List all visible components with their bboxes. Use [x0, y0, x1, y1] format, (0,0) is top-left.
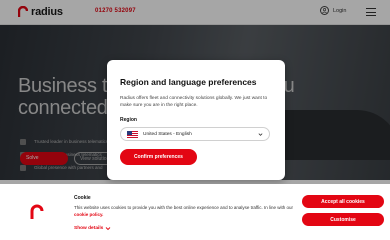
- cookie-title: Cookie: [74, 195, 91, 201]
- show-details-label: Show details: [74, 226, 104, 231]
- chevron-down-icon: [258, 133, 263, 136]
- modal-title: Region and language preferences: [120, 77, 257, 87]
- region-modal: Region and language preferences Radius o…: [107, 60, 285, 180]
- customise-button[interactable]: Customise: [302, 213, 384, 226]
- region-label: Region: [120, 117, 137, 123]
- region-value: United States - English: [143, 131, 192, 137]
- cookie-text: This website uses cookies to provide you…: [74, 205, 294, 218]
- region-select[interactable]: United States - English: [120, 127, 270, 141]
- cookie-text-prefix: This website uses cookies to provide you…: [74, 205, 294, 210]
- chevron-down-icon: [106, 227, 111, 231]
- modal-description: Radius offers fleet and connectivity sol…: [120, 96, 268, 108]
- us-flag-icon: [127, 130, 138, 138]
- cookie-policy-link[interactable]: cookie policy.: [74, 212, 103, 217]
- customise-label: Customise: [330, 216, 356, 223]
- confirm-label: Confirm preferences: [134, 154, 183, 160]
- confirm-preferences-button[interactable]: Confirm preferences: [120, 149, 197, 165]
- radius-logo-icon: [30, 204, 44, 219]
- accept-all-cookies-button[interactable]: Accept all cookies: [302, 195, 384, 208]
- show-details-toggle[interactable]: Show details: [74, 226, 111, 231]
- accept-label: Accept all cookies: [321, 198, 365, 205]
